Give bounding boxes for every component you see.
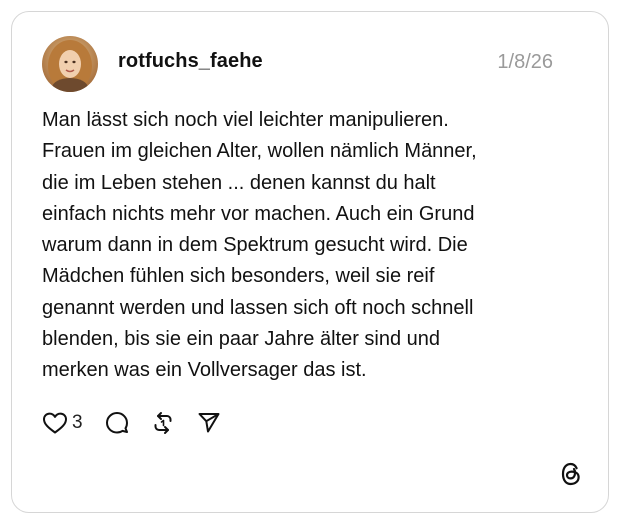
send-icon [197,411,221,435]
speech-bubble-icon [105,411,129,435]
post-text-line: Mädchen fühlen sich besonders, weil sie … [42,265,435,288]
post-text-line: warum dann in dem Spektrum gesucht wird.… [42,234,468,257]
post-text-line: einfach nichts mehr vor machen. Auch ein… [42,202,475,225]
post-text-line: blenden, bis sie ein paar Jahre älter si… [42,328,441,351]
post-card: rotfuchs_faehe 1/8/26 Man lässt sich noc… [11,11,609,513]
post-text-line: merken was ein Vollversager das ist. [42,359,367,382]
like-button[interactable]: 3 [42,411,83,435]
post-text-line: die im Leben stehen ... denen kannst du … [42,171,436,194]
reply-button[interactable] [105,411,129,435]
post-text-line: Frauen im gleichen Alter, wollen nämlich… [42,140,477,163]
avatar[interactable] [42,36,98,92]
repost-button[interactable] [151,411,175,435]
share-button[interactable] [197,411,221,435]
post-timestamp: 1/8/26 [497,51,553,73]
threads-logo-icon[interactable] [559,461,583,487]
action-bar: 3 [42,410,221,436]
repost-arrows-icon [151,411,175,435]
avatar-image [42,36,98,92]
post-text-line: genannt werden und lassen sich oft noch … [42,296,474,319]
like-count: 3 [72,412,83,433]
post-text: Man lässt sich noch viel leichter manipu… [42,105,582,387]
heart-icon [42,411,68,435]
post-text-line: Man lässt sich noch viel leichter manipu… [42,109,449,131]
username[interactable]: rotfuchs_faehe [118,50,263,73]
